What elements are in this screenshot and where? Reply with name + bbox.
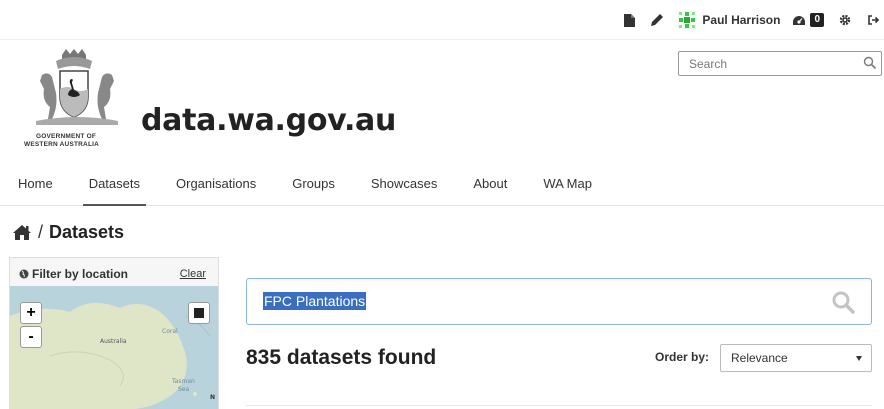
- filter-clear-link[interactable]: Clear: [180, 268, 206, 280]
- coat-of-arms-icon: [36, 49, 118, 125]
- breadcrumb: / Datasets: [12, 220, 124, 244]
- location-filter-panel: Filter by location Clear + - Australia C…: [9, 257, 219, 409]
- filter-header: Filter by location Clear: [10, 258, 218, 286]
- dataset-search-field[interactable]: FPC Plantations: [246, 278, 872, 325]
- order-by-value: Relevance: [731, 351, 788, 365]
- map-label-tasman: Tasman: [172, 378, 195, 385]
- account-items: Paul Harrison 0: [608, 10, 880, 30]
- nav-organisations[interactable]: Organisations: [158, 166, 274, 206]
- dashboard-icon[interactable]: [792, 13, 806, 27]
- sign-out-icon[interactable]: [866, 13, 880, 27]
- account-bar: Paul Harrison 0: [0, 0, 884, 40]
- gear-icon[interactable]: [838, 13, 852, 27]
- square-icon: [194, 308, 204, 318]
- order-by-select[interactable]: Relevance: [720, 344, 872, 372]
- nav-showcases[interactable]: Showcases: [353, 166, 455, 206]
- nav-wa-map[interactable]: WA Map: [525, 166, 610, 206]
- nav-datasets[interactable]: Datasets: [71, 166, 158, 206]
- header-search[interactable]: [678, 51, 882, 76]
- map-zoom-in-button[interactable]: +: [20, 302, 42, 324]
- chevron-down-icon: [856, 356, 862, 361]
- activity-count-badge[interactable]: 0: [810, 13, 824, 27]
- avatar-icon[interactable]: [678, 11, 697, 29]
- gov-line-2: WESTERN AUSTRALIA: [24, 141, 100, 148]
- home-icon[interactable]: [12, 224, 32, 241]
- breadcrumb-separator: /: [38, 221, 44, 242]
- header-search-input[interactable]: [679, 52, 859, 75]
- pencil-icon[interactable]: [650, 13, 664, 27]
- divider: [246, 405, 872, 406]
- search-icon[interactable]: [831, 290, 855, 314]
- globe-icon: [19, 269, 29, 279]
- user-name-link[interactable]: Paul Harrison: [702, 13, 780, 27]
- results-count: 835 datasets found: [246, 346, 437, 369]
- breadcrumb-current[interactable]: Datasets: [49, 222, 124, 243]
- government-logo[interactable]: GOVERNMENT OF WESTERN AUSTRALIA: [22, 49, 132, 149]
- document-icon[interactable]: [622, 13, 636, 27]
- map-label-australia: Australia: [100, 338, 127, 345]
- nav-groups[interactable]: Groups: [274, 166, 353, 206]
- site-name[interactable]: data.wa.gov.au: [141, 103, 396, 138]
- nav-home[interactable]: Home: [0, 166, 71, 206]
- filter-title: Filter by location: [32, 267, 129, 281]
- main-nav: Home Datasets Organisations Groups Showc…: [0, 166, 610, 206]
- nav-about[interactable]: About: [455, 166, 525, 206]
- dataset-search-query[interactable]: FPC Plantations: [263, 292, 367, 310]
- order-by-label: Order by:: [655, 350, 710, 364]
- map-label-sea: Sea: [178, 386, 190, 393]
- location-map[interactable]: + - Australia Coral Tasman Sea N: [10, 286, 218, 409]
- masthead: GOVERNMENT OF WESTERN AUSTRALIA data.wa.…: [0, 41, 884, 206]
- map-zoom-out-button[interactable]: -: [20, 326, 42, 348]
- map-draw-rectangle-button[interactable]: [188, 302, 210, 324]
- gov-line-1: GOVERNMENT OF: [36, 133, 97, 140]
- map-label-coral: Coral: [162, 328, 178, 335]
- search-icon[interactable]: [863, 56, 877, 70]
- map-label-n: N: [210, 394, 216, 401]
